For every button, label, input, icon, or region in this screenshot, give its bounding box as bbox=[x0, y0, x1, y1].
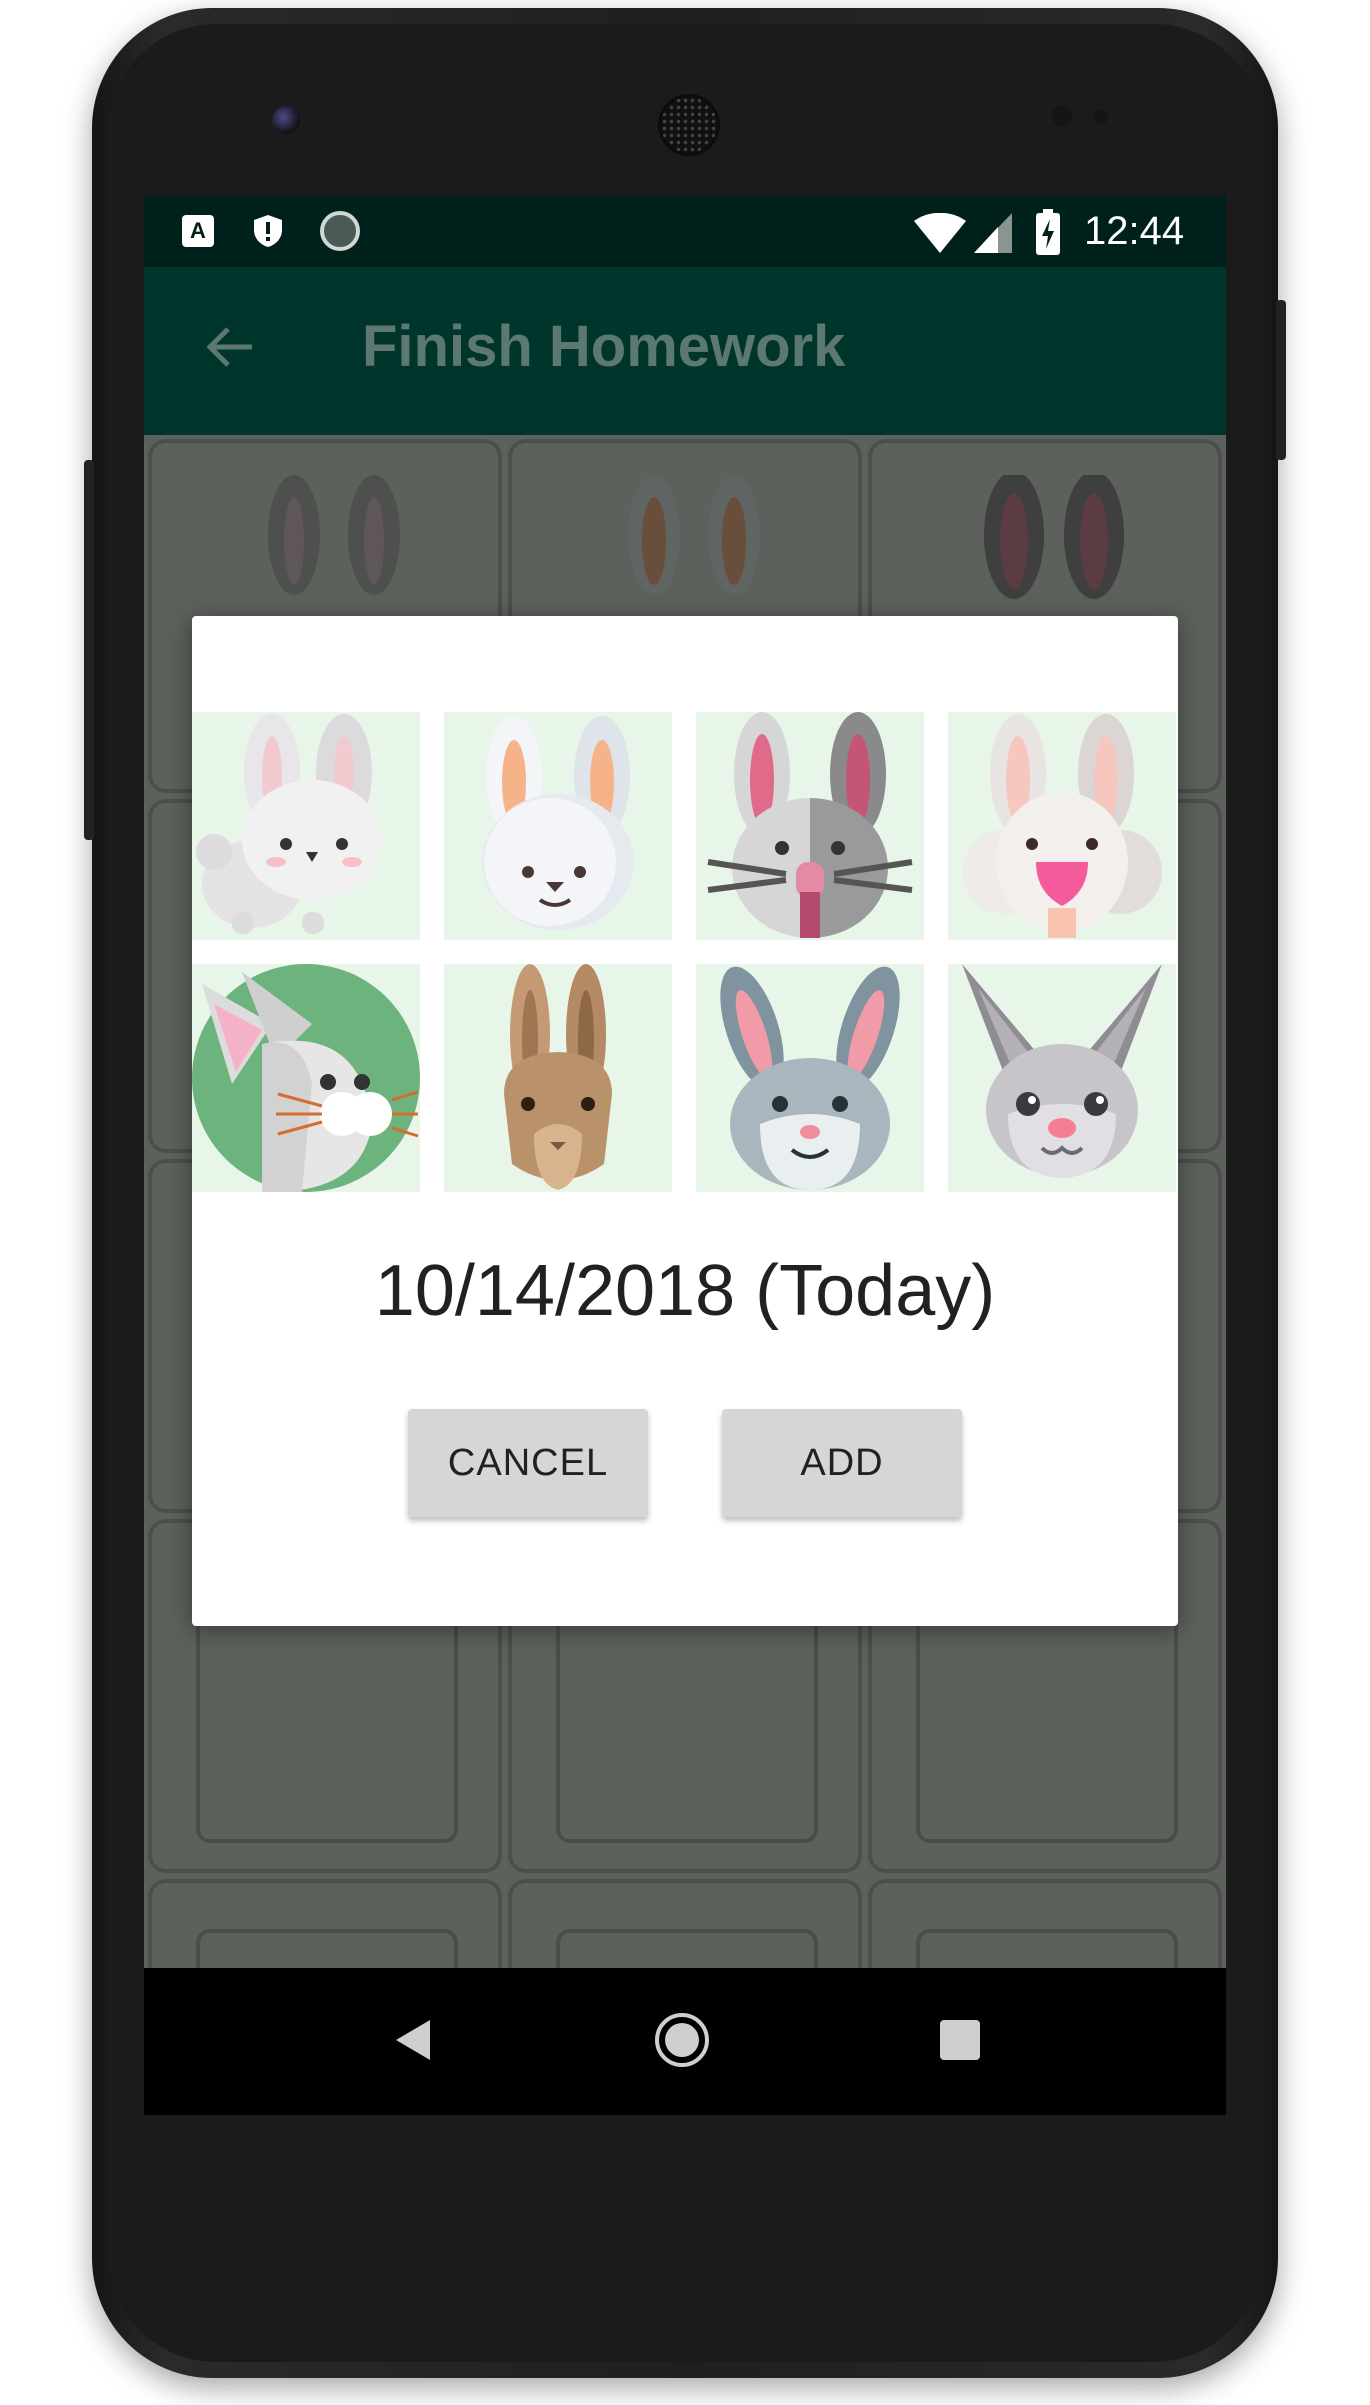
proximity-sensor bbox=[1052, 106, 1072, 126]
signal-icon bbox=[974, 213, 1012, 253]
volume-button bbox=[1276, 300, 1286, 460]
toolbar-title: Finish Homework bbox=[362, 314, 846, 379]
dim-bunny-ears bbox=[268, 475, 400, 595]
bunny-option-1[interactable] bbox=[192, 712, 420, 940]
add-button[interactable]: ADD bbox=[722, 1409, 962, 1517]
bunny-option-5[interactable] bbox=[192, 964, 420, 1192]
grid-slot bbox=[196, 1613, 458, 1843]
status-bar: A 12:44 bbox=[144, 195, 1226, 267]
bunny-option-3[interactable] bbox=[696, 712, 924, 940]
shield-icon bbox=[254, 215, 282, 247]
wifi-icon bbox=[914, 213, 966, 253]
bunny-circle-icon bbox=[192, 964, 420, 1192]
a-notification-icon: A bbox=[182, 215, 214, 247]
navigation-bar bbox=[144, 1968, 1226, 2115]
bunny-white-icon bbox=[196, 714, 382, 934]
bunny-gray-split-icon bbox=[707, 712, 913, 938]
power-button bbox=[84, 460, 94, 840]
nav-back-icon[interactable] bbox=[394, 2018, 434, 2062]
status-time: 12:44 bbox=[1084, 209, 1185, 253]
grid-slot bbox=[556, 1613, 818, 1843]
cancel-button[interactable]: CANCEL bbox=[408, 1409, 648, 1517]
back-arrow-icon[interactable] bbox=[202, 319, 258, 375]
nav-recents-icon[interactable] bbox=[940, 2020, 980, 2060]
bunny-cream-icon bbox=[962, 714, 1162, 938]
bunny-option-4[interactable] bbox=[948, 712, 1176, 940]
nav-home-icon[interactable] bbox=[654, 2012, 710, 2068]
bunny-option-7[interactable] bbox=[696, 964, 924, 1192]
bunny-silver-icon bbox=[962, 964, 1162, 1178]
light-sensor bbox=[1094, 110, 1108, 124]
grid-slot bbox=[916, 1613, 1178, 1843]
bunny-option-2[interactable] bbox=[444, 712, 672, 940]
bunny-option-8[interactable] bbox=[948, 964, 1176, 1192]
battery-icon bbox=[1036, 209, 1060, 255]
earpiece-speaker bbox=[658, 94, 720, 156]
screen: A 12:44 Finish Homework 10/14/2018 (Toda… bbox=[144, 195, 1226, 2115]
bunny-option-6[interactable] bbox=[444, 964, 672, 1192]
dim-bunny-ears bbox=[628, 475, 760, 595]
bunny-blue-gray-icon bbox=[720, 966, 900, 1190]
bunny-picker-dialog: 10/14/2018 (Today) CANCEL ADD bbox=[192, 616, 1178, 1626]
dim-bunny-ears bbox=[984, 475, 1124, 599]
sync-icon bbox=[320, 211, 360, 251]
bunny-snow-icon bbox=[482, 716, 634, 930]
selected-date-label[interactable]: 10/14/2018 (Today) bbox=[192, 1246, 1178, 1336]
toolbar: Finish Homework bbox=[144, 267, 1226, 435]
bunny-brown-icon bbox=[504, 964, 612, 1190]
front-camera bbox=[272, 106, 300, 134]
